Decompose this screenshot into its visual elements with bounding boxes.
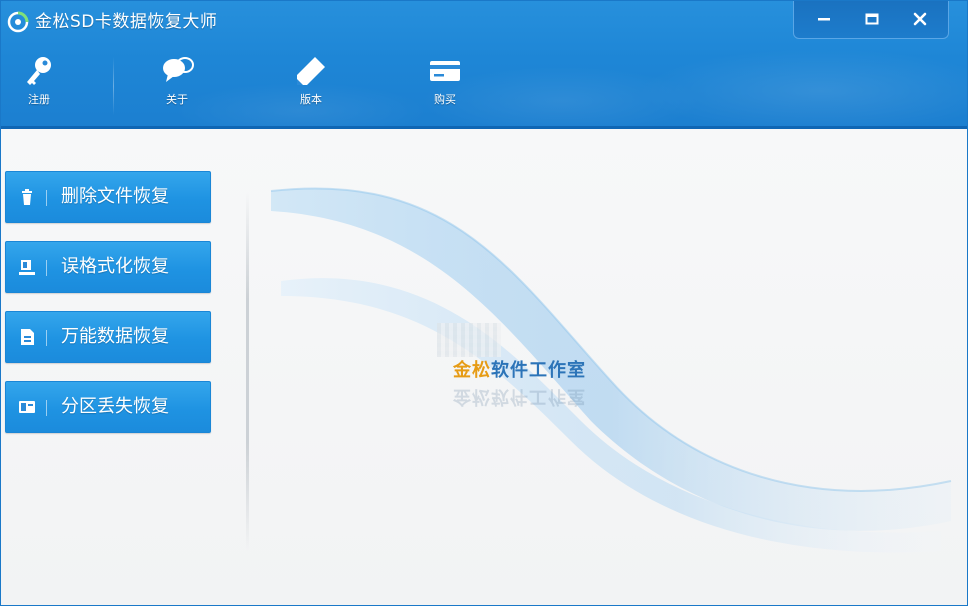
- sidebar-item-divider: [46, 190, 47, 206]
- toolbar-register-button[interactable]: 注册: [9, 53, 69, 123]
- toolbar-register-label: 注册: [28, 93, 50, 106]
- close-icon: [913, 12, 927, 26]
- document-icon: [21, 329, 34, 345]
- sidebar-item-universal-recovery[interactable]: 万能数据恢复: [5, 311, 211, 363]
- panel-divider: [246, 191, 249, 551]
- brand-text-part2: 软件工作室: [491, 360, 586, 381]
- sidebar-item-partition-recovery[interactable]: 分区丢失恢复: [5, 381, 211, 433]
- header-bar: 金松SD卡数据恢复大师 注册 关于 版本 购买: [1, 1, 967, 129]
- sidebar-item-label: 误格式化恢复: [61, 256, 169, 277]
- speech-bubbles-icon: [163, 57, 194, 82]
- app-window: 金松SD卡数据恢复大师 注册 关于 版本 购买 删除文件恢复 误格式化恢复 万能…: [0, 0, 968, 606]
- pencil-icon: [297, 57, 325, 85]
- brand-reflection-part1: 金松: [453, 386, 491, 407]
- window-controls: [793, 1, 949, 39]
- sidebar-item-format-recovery[interactable]: 误格式化恢复: [5, 241, 211, 293]
- brand-logo-text: 金松软件工作室: [453, 358, 586, 384]
- maximize-button[interactable]: [850, 5, 894, 33]
- trash-icon: [22, 189, 32, 205]
- sidebar-item-divider: [46, 400, 47, 416]
- sidebar-item-deleted-file-recovery[interactable]: 删除文件恢复: [5, 171, 211, 223]
- partition-icon: [19, 401, 35, 413]
- toolbar-version-button[interactable]: 版本: [281, 53, 341, 123]
- toolbar-separator: [113, 57, 114, 115]
- toolbar-version-label: 版本: [300, 93, 322, 106]
- toolbar-buy-label: 购买: [434, 93, 456, 106]
- window-title: 金松SD卡数据恢复大师: [35, 12, 218, 32]
- brand-pixel-decoration: [437, 323, 501, 357]
- wave-decoration: [270, 187, 952, 553]
- toolbar-about-button[interactable]: 关于: [147, 53, 207, 123]
- sidebar-item-label: 删除文件恢复: [61, 186, 169, 207]
- minimize-button[interactable]: [802, 5, 846, 33]
- card-icon: [430, 61, 460, 81]
- sidebar-item-label: 分区丢失恢复: [61, 396, 169, 417]
- brand-text-part1: 金松: [453, 360, 491, 381]
- brand-reflection-part2: 软件工作室: [491, 386, 586, 407]
- brand-reflection: 金松软件工作室: [453, 383, 586, 409]
- toolbar-about-label: 关于: [166, 93, 188, 106]
- toolbar-buy-button[interactable]: 购买: [415, 53, 475, 123]
- format-icon: [19, 260, 35, 275]
- sidebar-item-label: 万能数据恢复: [61, 326, 169, 347]
- maximize-icon: [865, 13, 879, 25]
- sidebar-item-divider: [46, 330, 47, 346]
- sidebar-item-divider: [46, 260, 47, 276]
- app-logo-icon: [7, 11, 29, 33]
- minimize-icon: [818, 18, 830, 21]
- close-button[interactable]: [898, 5, 942, 33]
- key-icon: [27, 57, 51, 85]
